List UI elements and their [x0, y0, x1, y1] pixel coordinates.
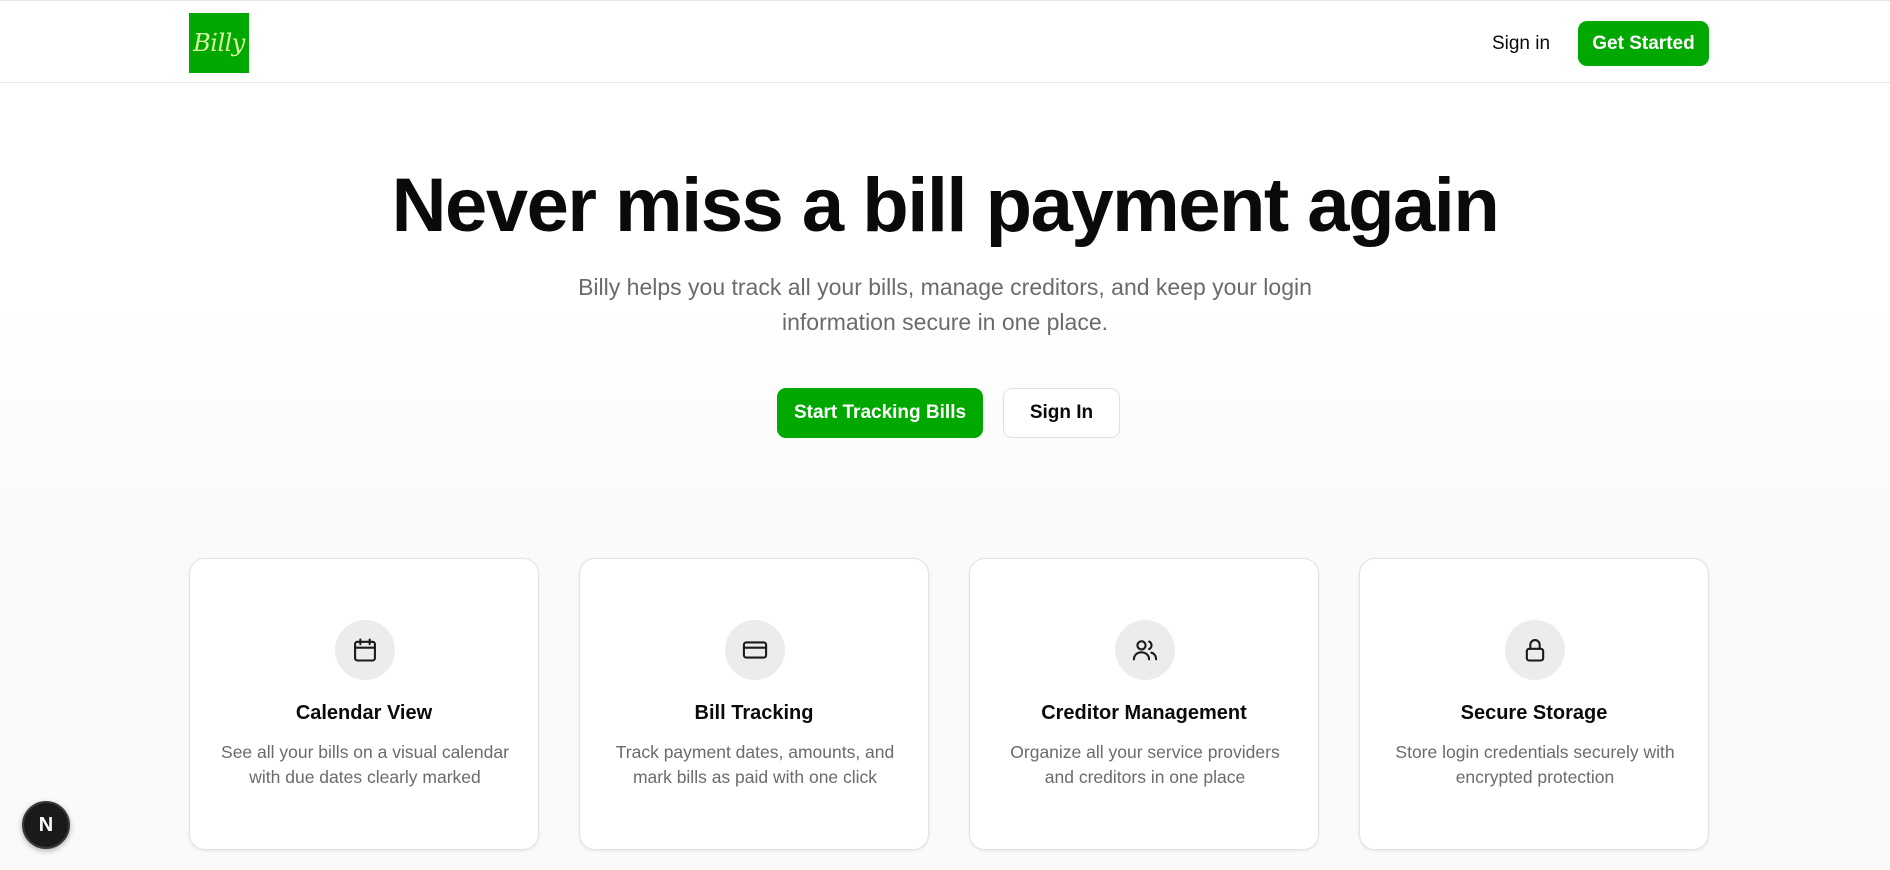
- feature-title: Creditor Management: [1041, 702, 1247, 724]
- feature-description: Organize all your service providers and …: [1010, 742, 1280, 787]
- feature-card-creditor-management: Creditor Management Organize all your se…: [969, 558, 1319, 850]
- lock-icon: [1505, 620, 1565, 680]
- top-navigation-bar: Billy Sign in Get Started: [0, 0, 1890, 83]
- billy-logo[interactable]: Billy: [189, 13, 249, 73]
- hero-subtitle: Billy helps you track all your bills, ma…: [578, 274, 1312, 335]
- feature-card-bill-tracking: Bill Tracking Track payment dates, amoun…: [579, 558, 929, 850]
- features-section: Calendar View See all your bills on a vi…: [189, 558, 1710, 850]
- calendar-icon: [335, 620, 395, 680]
- feature-card-calendar-view: Calendar View See all your bills on a vi…: [189, 558, 539, 850]
- feature-description: Track payment dates, amounts, and mark b…: [615, 742, 895, 787]
- feature-card-secure-storage: Secure Storage Store login credentials s…: [1359, 558, 1709, 850]
- credit-card-icon: [725, 620, 785, 680]
- feature-title: Bill Tracking: [694, 702, 814, 724]
- logo-text: Billy: [193, 29, 245, 57]
- feature-title: Secure Storage: [1460, 702, 1608, 724]
- header-sign-in-link[interactable]: Sign in: [1481, 28, 1561, 60]
- nextjs-dev-badge[interactable]: N: [22, 801, 70, 849]
- header-get-started-button[interactable]: Get Started: [1578, 21, 1709, 66]
- feature-title: Calendar View: [295, 702, 433, 724]
- feature-description: Store login credentials securely with en…: [1395, 742, 1675, 787]
- start-tracking-bills-button[interactable]: Start Tracking Bills: [777, 388, 983, 438]
- hero-title: Never miss a bill payment again: [391, 163, 1500, 248]
- users-icon: [1115, 620, 1175, 680]
- hero-sign-in-button[interactable]: Sign In: [1003, 388, 1120, 438]
- feature-description: See all your bills on a visual calendar …: [221, 742, 509, 787]
